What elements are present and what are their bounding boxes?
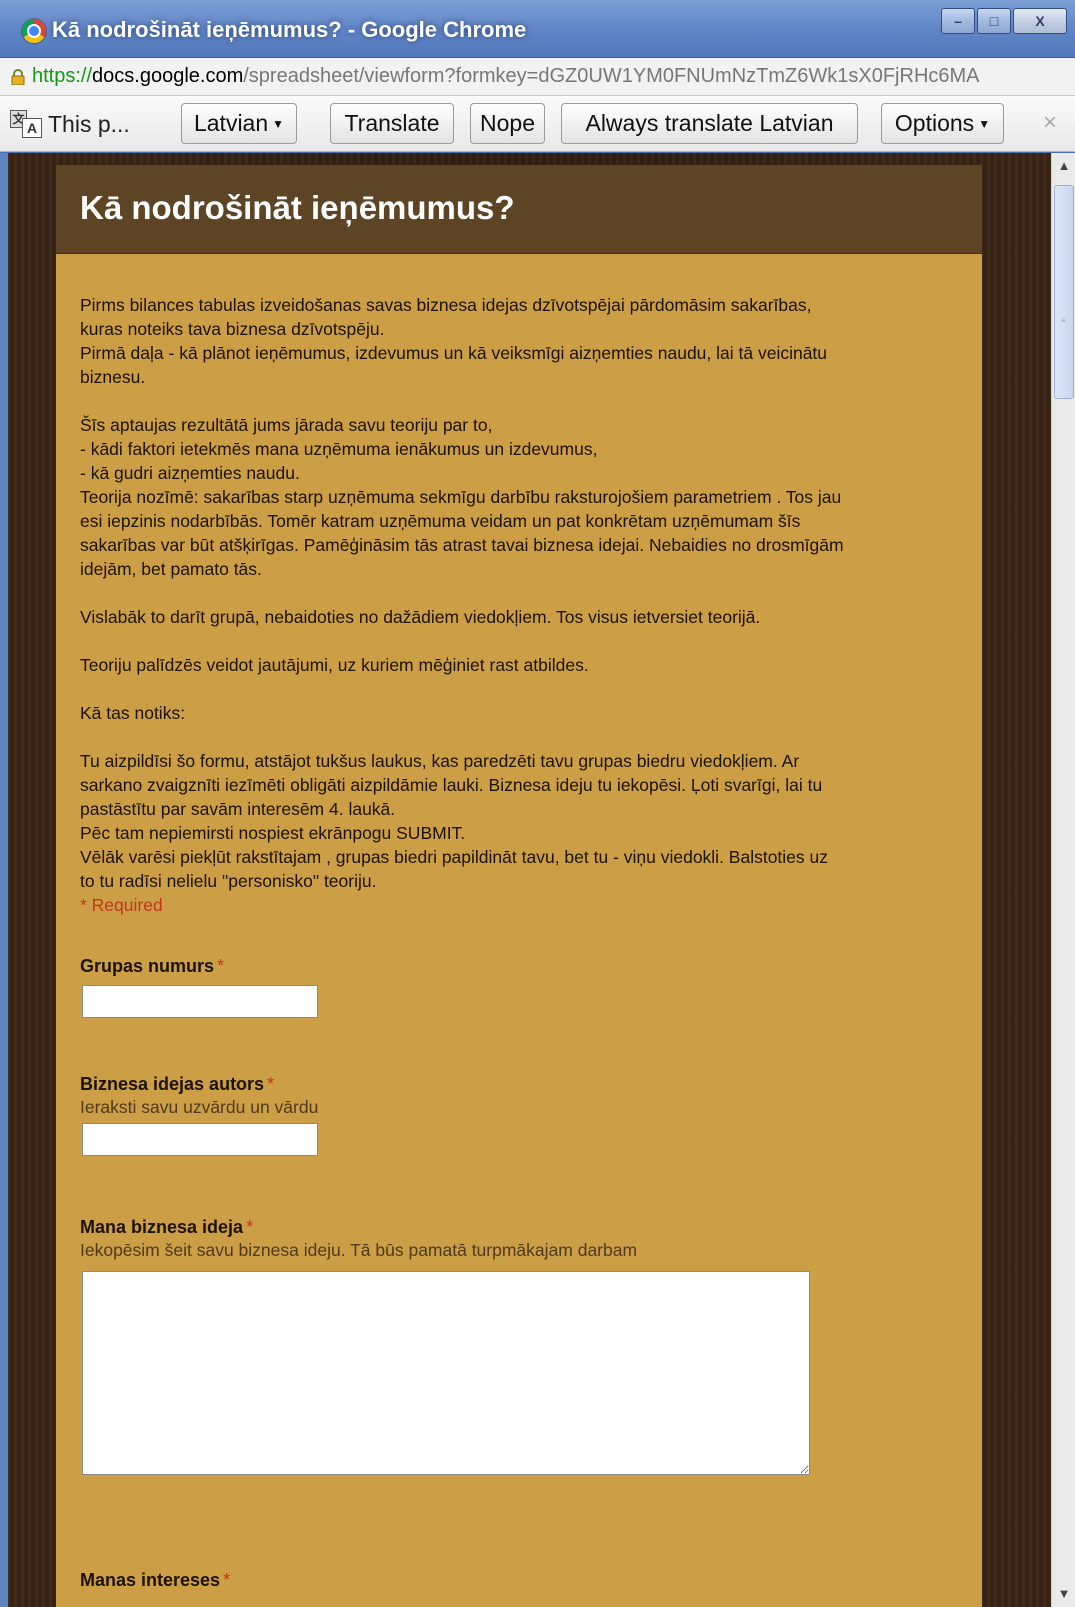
description-line: esi iepzinis nodarbībās. Tomēr katram uz… [80,511,801,531]
scroll-down-arrow-icon[interactable]: ▼ [1054,1583,1074,1605]
description-line: kuras noteiks tava biznesa dzīvotspēju. [80,319,385,339]
always-translate-button[interactable]: Always translate Latvian [561,103,858,144]
translate-message: This p... [48,111,130,137]
lock-icon [11,69,25,85]
description-line: Kā tas notiks: [80,703,186,723]
description-line: Tu aizpildīsi šo formu, atstājot tukšus … [80,751,800,771]
question-label: Manas intereses * [80,1570,230,1591]
required-star: * [217,956,225,976]
description-line: Teoriju palīdzēs veidot jautājumi, uz ku… [80,655,589,675]
required-star: * [267,1074,275,1094]
options-label: Options [894,110,975,136]
window-title: Kā nodrošināt ieņēmumus? - Google Chrome [52,17,527,42]
description-line: Vēlāk varēsi piekļūt rakstītajam , grupa… [80,847,829,867]
chrome-icon [22,19,46,43]
description-line: to tu radīsi nelielu "personisko" teorij… [80,871,377,891]
url-host: docs.google.com [92,65,244,87]
description-line: Šīs aptaujas rezultātā jums jārada savu … [80,415,493,435]
question-label-text: Biznesa idejas autors [80,1074,265,1094]
close-translate-icon[interactable]: × [1043,109,1057,137]
description-line: Pirms bilances tabulas izveidošanas sava… [80,295,812,315]
form-title: Kā nodrošināt ieņēmumus? [80,189,515,226]
url-path: /spreadsheet/viewform?formkey=dGZ0UW1YM0… [243,65,980,87]
form-description: Pirms bilances tabulas izveidošanas sava… [80,293,960,917]
required-star: * [223,1570,231,1590]
translate-button[interactable]: Translate [330,103,454,144]
required-note: * Required [80,895,163,915]
translate-icon: 文A [10,110,42,138]
description-line: sarkano zvaigznīti iezīmēti obligāti aiz… [80,775,823,795]
description-line: biznesu. [80,367,146,387]
maximize-button[interactable]: □ [977,8,1011,34]
description-line: Pēc tam nepiemirsti nospiest ekrānpogu S… [80,823,466,843]
scrollbar-thumb[interactable]: ≡ [1054,185,1074,399]
page-viewport: Kā nodrošināt ieņēmumus? Pirms bilances … [0,153,1051,1607]
description-line: sakarības var būt atšķirīgas. Pamēģināsi… [80,535,844,555]
translate-bar: 文A This p... Latvian ▼ Translate Nope Alw… [0,96,1075,152]
description-line: idejām, bet pamato tās. [80,559,262,579]
window-controls: – □ X [939,8,1067,34]
description-line: Pirmā daļa - kā plānot ieņēmumus, izdevu… [80,343,828,363]
question-help-text: Ieraksti savu uzvārdu un vārdu [80,1097,319,1117]
address-bar[interactable]: https://docs.google.com/spreadsheet/view… [0,58,1075,96]
description-line: - kā gudri aizņemties naudu. [80,463,300,483]
grupas-numurs-input[interactable] [82,985,318,1018]
close-button[interactable]: X [1013,8,1067,34]
question-biznesa-idejas-autors: Biznesa idejas autors * Ieraksti savu uzv… [80,1074,318,1156]
chevron-down-icon: ▼ [272,117,285,132]
scroll-up-arrow-icon[interactable]: ▲ [1054,155,1074,177]
question-mana-biznesa-ideja: Mana biznesa ideja * Iekopēsim šeit savu … [80,1217,810,1475]
form-header: Kā nodrošināt ieņēmumus? [56,165,982,254]
url-text[interactable]: https://docs.google.com/spreadsheet/view… [32,65,980,88]
url-scheme: https:// [32,65,93,87]
question-label-text: Mana biznesa ideja [80,1217,244,1237]
question-manas-intereses: Manas intereses * [80,1570,230,1591]
required-star: * [246,1217,254,1237]
form-card: Kā nodrošināt ieņēmumus? Pirms bilances … [56,165,982,1607]
window-titlebar[interactable]: Kā nodrošināt ieņēmumus? - Google Chrome… [0,0,1075,58]
description-line: Vislabāk to darīt grupā, nebaidoties no … [80,607,761,627]
minimize-button[interactable]: – [941,8,975,34]
question-label: Grupas numurs * [80,956,318,977]
question-label-text: Manas intereses [80,1570,221,1590]
nope-button[interactable]: Nope [470,103,545,144]
description-line: Teorija nozīmē: sakarības starp uzņēmuma… [80,487,842,507]
vertical-scrollbar[interactable]: ▲ ≡ ▼ [1051,153,1075,1607]
options-button[interactable]: Options ▼ [881,103,1004,144]
language-select[interactable]: Latvian ▼ [181,103,297,144]
window-frame-left [0,153,8,1607]
grip-icon: ≡ [1061,316,1066,325]
biznesa-idejas-autors-input[interactable] [82,1123,318,1156]
language-select-label: Latvian [193,110,269,136]
question-label: Biznesa idejas autors * [80,1074,318,1095]
question-label-text: Grupas numurs [80,956,215,976]
question-help-text: Iekopēsim šeit savu biznesa ideju. Tā bū… [80,1240,638,1260]
question-grupas-numurs: Grupas numurs * [80,956,318,1018]
mana-biznesa-ideja-textarea[interactable] [82,1271,810,1475]
description-line: pastāstītu par savām interesēm 4. laukā. [80,799,396,819]
description-line: - kādi faktori ietekmēs mana uzņēmuma ie… [80,439,598,459]
question-label: Mana biznesa ideja * [80,1217,810,1238]
chevron-down-icon: ▼ [978,117,991,132]
